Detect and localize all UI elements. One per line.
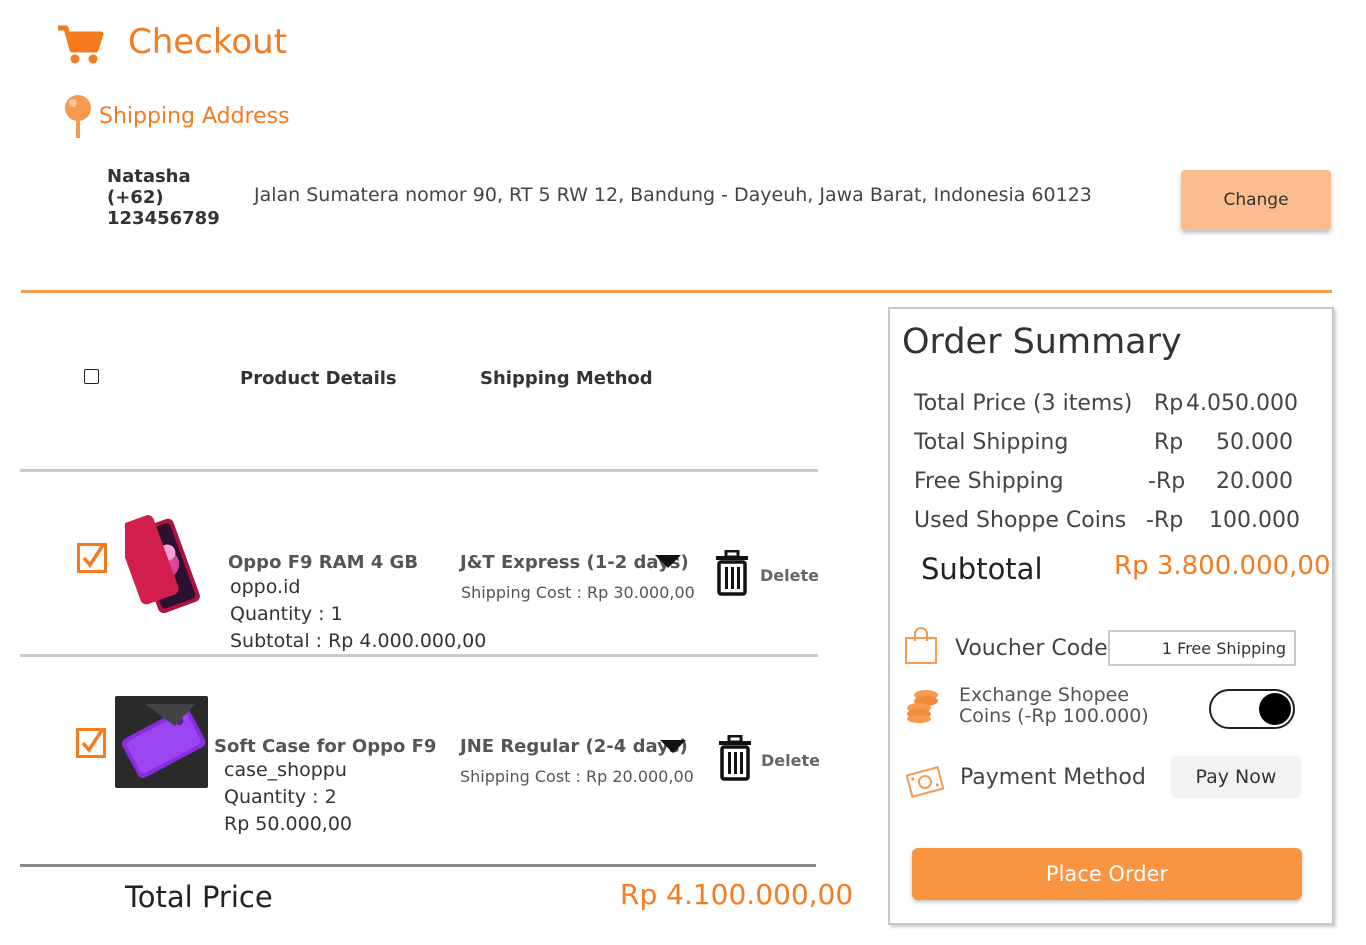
total-divider: [20, 864, 816, 867]
summary-row-label: Free Shipping: [914, 469, 1064, 494]
product-image-case: [115, 696, 208, 788]
customer-name: Natasha: [107, 166, 191, 187]
voucher-code-input[interactable]: [1108, 630, 1296, 666]
shopping-bag-icon: [905, 627, 937, 664]
summary-row-currency: Rp: [1154, 430, 1184, 455]
exchange-coins-label-line2: Coins (-Rp 100.000): [959, 705, 1149, 727]
exchange-coins-label: Exchange Shopee Coins (-Rp 100.000): [959, 685, 1159, 727]
money-icon: [906, 766, 944, 798]
order-summary-title: Order Summary: [902, 322, 1182, 362]
product-seller[interactable]: oppo.id: [230, 576, 300, 598]
product-seller[interactable]: case_shoppu: [224, 759, 347, 781]
summary-row-currency: -Rp: [1148, 469, 1186, 494]
delete-button[interactable]: Delete: [761, 751, 820, 770]
header-divider: [21, 290, 1332, 293]
chevron-down-icon[interactable]: [660, 740, 686, 753]
exchange-coins-label-line1: Exchange Shopee: [959, 684, 1130, 706]
subtotal-label: Subtotal: [921, 552, 1043, 586]
row-divider: [20, 654, 818, 657]
trash-icon[interactable]: [716, 735, 754, 781]
trash-icon[interactable]: [713, 550, 751, 596]
map-pin-icon: [65, 95, 91, 138]
summary-row-label: Total Shipping: [914, 430, 1069, 455]
summary-row-label: Total Price (3 items): [914, 391, 1133, 416]
shipping-method-select[interactable]: JNE Regular (2-4 days): [460, 736, 688, 757]
item-checkbox-checked[interactable]: [76, 728, 106, 758]
subtotal-value: Rp 3.800.000,00: [1114, 551, 1331, 581]
summary-row-currency: -Rp: [1146, 508, 1184, 533]
payment-method-label: Payment Method: [960, 765, 1146, 790]
voucher-code-label: Voucher Code: [955, 636, 1108, 661]
table-header-divider: [20, 469, 818, 472]
product-name[interactable]: Soft Case for Oppo F9: [214, 736, 436, 757]
payment-method-button[interactable]: Pay Now: [1171, 756, 1301, 798]
summary-row-value: 50.000: [1216, 430, 1293, 455]
toggle-knob: [1259, 693, 1291, 725]
product-name[interactable]: Oppo F9 RAM 4 GB: [228, 552, 418, 573]
place-order-button[interactable]: Place Order: [912, 848, 1302, 900]
coins-icon: [907, 690, 938, 723]
product-subtotal: Subtotal : Rp 4.000.000,00: [230, 630, 487, 652]
product-image-phone: [125, 515, 200, 613]
shipping-cost: Shipping Cost : Rp 30.000,00: [461, 583, 695, 602]
select-all-checkbox[interactable]: [84, 369, 99, 384]
product-quantity: Quantity : 2: [224, 786, 337, 808]
shipping-address-text: Jalan Sumatera nomor 90, RT 5 RW 12, Ban…: [254, 184, 1092, 206]
summary-row-value: 4.050.000: [1186, 391, 1298, 416]
total-price-value: Rp 4.100.000,00: [620, 878, 854, 911]
product-subtotal: Rp 50.000,00: [224, 813, 352, 835]
shopping-cart-icon: [58, 25, 104, 64]
total-price-label: Total Price: [125, 880, 273, 914]
customer-phone: 123456789: [107, 208, 220, 229]
shipping-cost: Shipping Cost : Rp 20.000,00: [460, 767, 694, 786]
customer-contact: Natasha (+62) 123456789: [107, 166, 227, 229]
shipping-method-header: Shipping Method: [480, 368, 653, 389]
summary-row-label: Used Shoppe Coins: [914, 508, 1127, 533]
summary-row-currency: Rp: [1154, 391, 1184, 416]
shipping-address-title: Shipping Address: [99, 104, 290, 129]
delete-button[interactable]: Delete: [760, 566, 819, 585]
customer-phone-code: (+62): [107, 187, 164, 208]
product-details-header: Product Details: [240, 368, 397, 389]
product-quantity: Quantity : 1: [230, 603, 343, 625]
item-checkbox-checked[interactable]: [77, 543, 107, 573]
summary-row-value: 20.000: [1216, 469, 1293, 494]
change-address-button[interactable]: Change: [1181, 170, 1331, 230]
exchange-coins-toggle[interactable]: [1209, 689, 1295, 729]
page-title: Checkout: [128, 22, 288, 62]
summary-row-value: 100.000: [1209, 508, 1300, 533]
chevron-down-icon[interactable]: [655, 555, 681, 568]
